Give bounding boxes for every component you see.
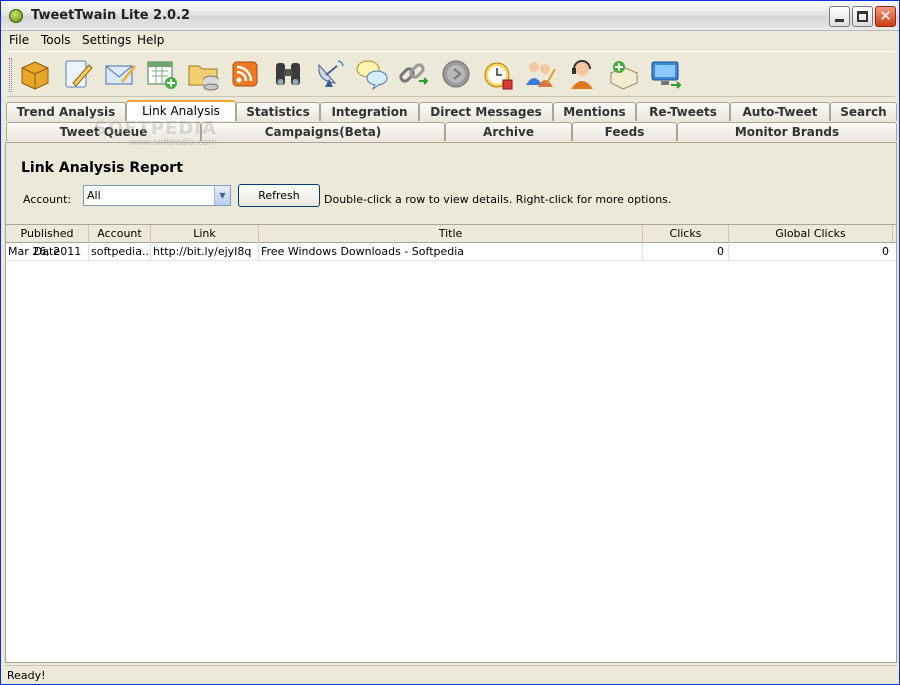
table-row[interactable]: Mar 26, 2011 softpedia... http://bit.ly/… — [6, 244, 896, 261]
app-window: TweetTwain Lite 2.0.2 ✕ File Tools Setti… — [0, 0, 900, 685]
tab-strip: Trend Analysis Link Analysis Statistics … — [5, 100, 897, 143]
account-select[interactable]: All ▼ — [83, 185, 231, 206]
table-header: Published Date Account Link Title Clicks… — [6, 225, 896, 258]
tab-direct-messages[interactable]: Direct Messages — [419, 102, 553, 121]
menu-bar: File Tools Settings Help — [1, 31, 899, 50]
folder-database-icon[interactable] — [187, 57, 221, 91]
tab-statistics[interactable]: Statistics — [236, 102, 320, 121]
status-bar: Ready! — [5, 665, 897, 683]
package-icon[interactable] — [18, 57, 52, 91]
maximize-icon — [857, 11, 868, 22]
column-header-clicks[interactable]: Clicks — [643, 225, 729, 243]
compose-icon[interactable] — [61, 57, 95, 91]
minimize-button[interactable] — [829, 6, 850, 27]
tab-tweet-queue[interactable]: Tweet Queue — [6, 122, 201, 141]
cell-clicks: 0 — [643, 244, 729, 261]
report-title: Link Analysis Report — [21, 160, 183, 176]
title-bar[interactable]: TweetTwain Lite 2.0.2 ✕ — [1, 1, 899, 31]
mail-icon[interactable] — [103, 57, 137, 91]
window-title: TweetTwain Lite 2.0.2 — [31, 8, 191, 23]
tab-auto-tweet[interactable]: Auto-Tweet — [730, 102, 830, 121]
binoculars-icon[interactable] — [271, 57, 305, 91]
menu-tools[interactable]: Tools — [41, 33, 71, 47]
maximize-button[interactable] — [852, 6, 873, 27]
menu-settings[interactable]: Settings — [82, 33, 131, 47]
column-header-title[interactable]: Title — [259, 225, 643, 243]
monitor-icon[interactable] — [649, 57, 683, 91]
satellite-dish-icon[interactable] — [313, 57, 347, 91]
cell-link: http://bit.ly/ejyI8q — [151, 244, 259, 261]
close-button[interactable]: ✕ — [875, 6, 896, 27]
chevron-down-icon[interactable]: ▼ — [214, 186, 230, 205]
close-icon: ✕ — [879, 7, 892, 25]
support-headset-icon[interactable] — [565, 57, 599, 91]
tab-monitor-brands[interactable]: Monitor Brands — [677, 122, 897, 141]
tab-integration[interactable]: Integration — [320, 102, 419, 121]
column-header-link[interactable]: Link — [151, 225, 259, 243]
tab-link-analysis[interactable]: Link Analysis — [126, 100, 236, 121]
link-analysis-panel: Link Analysis Report Account: All ▼ Refr… — [5, 142, 897, 663]
column-header-account[interactable]: Account — [89, 225, 151, 243]
cell-global-clicks: 0 — [882, 245, 889, 258]
toolbar-grip[interactable] — [9, 58, 12, 92]
menu-help[interactable]: Help — [137, 33, 164, 47]
minimize-icon — [835, 19, 844, 22]
alarm-clock-icon[interactable] — [481, 57, 515, 91]
tab-feeds[interactable]: Feeds — [572, 122, 677, 141]
toolbar — [7, 51, 895, 97]
hint-text: Double-click a row to view details. Righ… — [324, 193, 672, 206]
link-table[interactable]: Published Date Account Link Title Clicks… — [6, 224, 896, 662]
refresh-button[interactable]: Refresh — [238, 184, 320, 207]
tab-archive[interactable]: Archive — [445, 122, 572, 141]
cell-title: Free Windows Downloads - Softpedia — [259, 244, 643, 261]
account-select-value: All — [87, 189, 101, 202]
link-icon[interactable] — [397, 57, 431, 91]
account-label: Account: — [23, 193, 72, 206]
column-header-published-date[interactable]: Published Date — [6, 225, 89, 258]
app-logo-icon — [9, 9, 23, 23]
cell-published-date: Mar 26, 2011 — [6, 244, 89, 261]
clock-disabled-icon[interactable] — [439, 57, 473, 91]
tab-re-tweets[interactable]: Re-Tweets — [636, 102, 730, 121]
menu-file[interactable]: File — [9, 33, 29, 47]
tab-campaigns[interactable]: Campaigns(Beta) — [201, 122, 445, 141]
rss-icon[interactable] — [229, 57, 263, 91]
cell-account: softpedia... — [89, 244, 151, 261]
calendar-add-icon[interactable] — [145, 57, 179, 91]
tab-search[interactable]: Search — [830, 102, 897, 121]
column-header-global-clicks[interactable]: Global Clicks — [729, 225, 893, 243]
add-box-icon[interactable] — [607, 57, 641, 91]
users-icon[interactable] — [523, 57, 557, 91]
tab-trend-analysis[interactable]: Trend Analysis — [6, 102, 126, 121]
tab-mentions[interactable]: Mentions — [553, 102, 636, 121]
chat-bubbles-icon[interactable] — [355, 57, 389, 91]
status-text: Ready! — [7, 669, 46, 682]
